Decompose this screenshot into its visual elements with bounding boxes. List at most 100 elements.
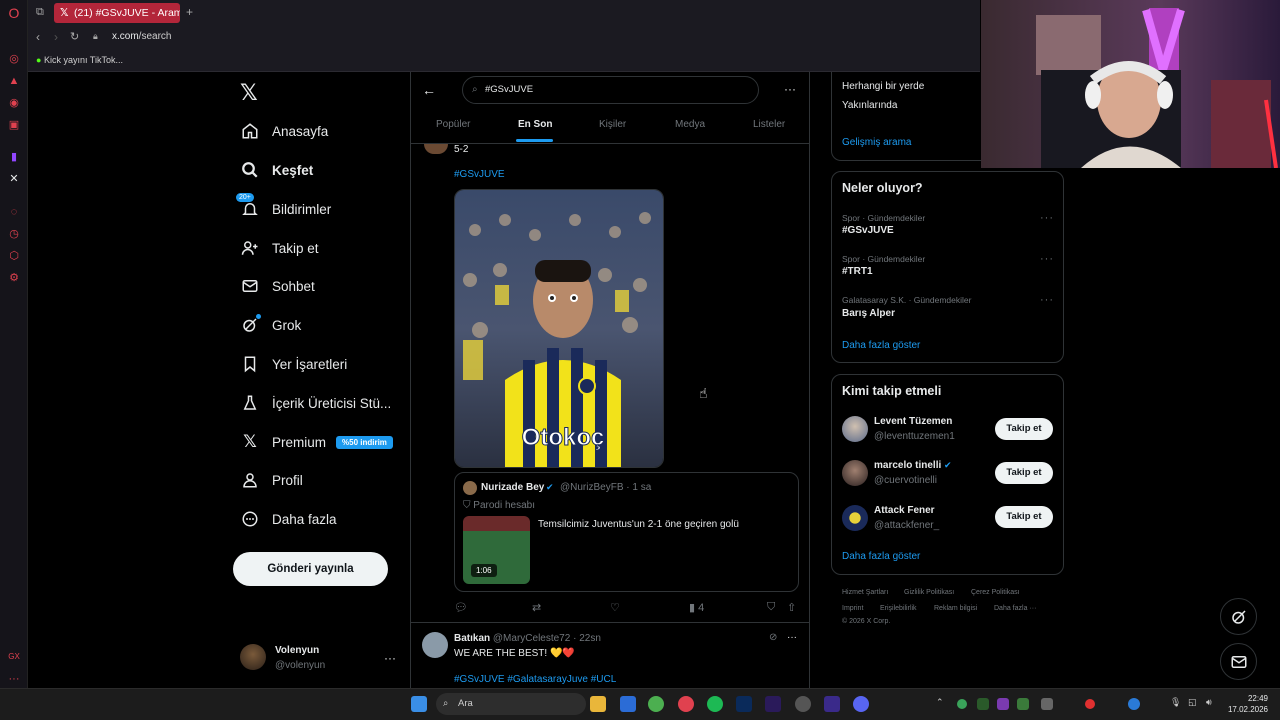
url-field[interactable]: x.com/search [112,31,171,42]
search-options-icon[interactable]: ··· [784,82,796,96]
nav-explore[interactable]: Keşfet [240,155,313,185]
tray-icon-5[interactable] [1041,698,1053,710]
post-button[interactable]: Gönderi yayınla [233,552,388,586]
media-encoder-icon[interactable] [824,696,840,712]
tweet-hashtags[interactable]: #GSvJUVE #GalatasarayJuve #UCL [454,674,616,685]
quote-video-thumb[interactable]: 1:06 [463,516,530,584]
bookmark-action-icon[interactable]: ⛉ [767,601,775,614]
search-input[interactable]: ⌕ #GSvJUVE [462,76,759,104]
nav-follow[interactable]: Takip et [240,233,319,263]
twitch-icon[interactable]: ▮ [7,150,21,164]
grok-action-icon[interactable]: ⊘ [769,632,777,643]
settings-icon[interactable]: ⚙ [7,271,21,285]
tab-popular[interactable]: Popüler [436,119,470,130]
follow-name[interactable]: Attack Fener [874,505,935,516]
tab-lists[interactable]: Listeler [753,119,785,130]
follow-button[interactable]: Takip et [995,418,1053,440]
nav-profile[interactable]: Profil [240,465,303,495]
tray-icon-3[interactable] [997,698,1009,710]
file-explorer-icon[interactable] [590,696,606,712]
footer-link[interactable]: Hizmet Şartları [842,589,888,596]
footer-link[interactable]: Imprint [842,605,863,612]
trend-menu-icon[interactable]: ··· [1040,294,1054,306]
trends-show-more[interactable]: Daha fazla göster [842,340,920,351]
sidebar-icon-5[interactable]: ◌ [7,205,21,219]
nav-home[interactable]: Anasayfa [240,116,328,146]
account-menu-icon[interactable]: ··· [384,651,396,665]
sidebar-icon-2[interactable]: ▲ [7,74,21,88]
tab-media[interactable]: Medya [675,119,705,130]
tab-people[interactable]: Kişiler [599,119,626,130]
follow-button[interactable]: Takip et [995,462,1053,484]
tray-icon-1[interactable] [957,699,967,709]
tray-icon-6[interactable] [1085,699,1095,709]
opera-logo-icon[interactable]: O [7,6,21,20]
system-clock[interactable]: 22:49 17.02.2026 [1224,693,1268,715]
footer-link[interactable]: Erişilebilirlik [880,605,917,612]
footer-link[interactable]: Reklam bilgisi [934,605,977,612]
history-icon[interactable]: ◷ [7,227,21,241]
sidebar-icon-4[interactable]: ▣ [7,118,21,132]
opera-icon[interactable] [678,696,694,712]
follow-show-more[interactable]: Daha fazla göster [842,551,920,562]
nav-bookmarks[interactable]: Yer İşaretleri [240,349,347,379]
gx-icon[interactable]: GX [7,650,21,664]
taskbar-search[interactable]: ⌕ Ara [436,693,586,715]
messages-float-button[interactable] [1220,643,1257,680]
trend-item[interactable]: Barış Alper [842,308,895,319]
tweet-menu-icon[interactable]: ··· [787,632,797,643]
tray-icon-4[interactable] [1017,698,1029,710]
footer-link[interactable]: Çerez Politikası [971,589,1020,596]
nav-notifications[interactable]: 20+ Bildirimler [236,193,331,224]
bookmark-item[interactable]: ● Kick yayını TikTok... [36,55,123,65]
x-sidebar-icon[interactable]: ✕ [7,172,21,186]
mic-icon[interactable]: 🎙︎ [1170,697,1181,708]
share-icon[interactable]: ⇧ [787,601,796,614]
follow-name[interactable]: Levent Tüzemen [874,416,952,427]
follow-name[interactable]: marcelo tinelli ✔ [874,460,952,471]
nav-creator-studio[interactable]: İçerik Üreticisi Stü... [240,388,391,418]
sidebar-icon-6[interactable]: ⬡ [7,249,21,263]
tweet-hashtag[interactable]: #GSvJUVE [454,169,505,180]
back-arrow-icon[interactable]: ← [422,82,436,98]
grok-float-button[interactable] [1220,598,1257,635]
volume-icon[interactable]: 🔊︎ [1206,697,1212,708]
forward-icon[interactable]: › [54,30,58,44]
chrome-icon[interactable] [648,696,664,712]
sidebar-icon-1[interactable]: ◎ [7,52,21,66]
tray-chevron-icon[interactable]: ⌃ [936,697,944,708]
footer-link[interactable]: Daha fazla ··· [994,605,1036,612]
nav-grok[interactable]: Grok [240,310,301,340]
nav-chat[interactable]: Sohbet [240,271,315,301]
avatar[interactable] [842,416,868,442]
trend-menu-icon[interactable]: ··· [1040,253,1054,265]
avatar[interactable] [842,460,868,486]
nav-premium[interactable]: 𝕏 Premium %50 indirim [240,427,393,457]
avatar[interactable] [842,505,868,531]
nav-more[interactable]: Daha fazla [240,504,337,534]
premiere-icon[interactable] [765,696,781,712]
new-tab-button[interactable]: + [186,5,193,19]
tray-icon-7[interactable] [1128,698,1140,710]
trend-item[interactable]: #GSvJUVE [842,225,894,236]
discord-icon[interactable] [853,696,869,712]
x-logo-icon[interactable]: 𝕏 [240,80,258,106]
tab-active[interactable]: 𝕏 (21) #GSvJUVE - Arama / X [54,3,180,23]
retweet-icon[interactable]: ⇄ [532,601,541,614]
views-stat[interactable]: ▮ 4 [689,601,704,614]
spotify-icon[interactable] [707,696,723,712]
back-icon[interactable]: ‹ [36,30,40,44]
tweet-image[interactable]: Otokoç [454,189,664,468]
reload-icon[interactable]: ↻ [70,30,79,43]
photoshop-icon[interactable] [736,696,752,712]
tab-menu-icon[interactable]: ⧉ [36,6,44,19]
reply-icon[interactable]: 💬︎ [454,601,468,614]
windows-start-icon[interactable] [411,696,427,712]
tweet-avatar[interactable] [422,632,448,658]
tray-icon-2[interactable] [977,698,989,710]
like-icon[interactable]: ♡ [610,601,620,614]
trend-menu-icon[interactable]: ··· [1040,212,1054,224]
trend-item[interactable]: #TRT1 [842,266,873,277]
steam-icon[interactable] [795,696,811,712]
sidebar-icon-3[interactable]: ◉ [7,96,21,110]
